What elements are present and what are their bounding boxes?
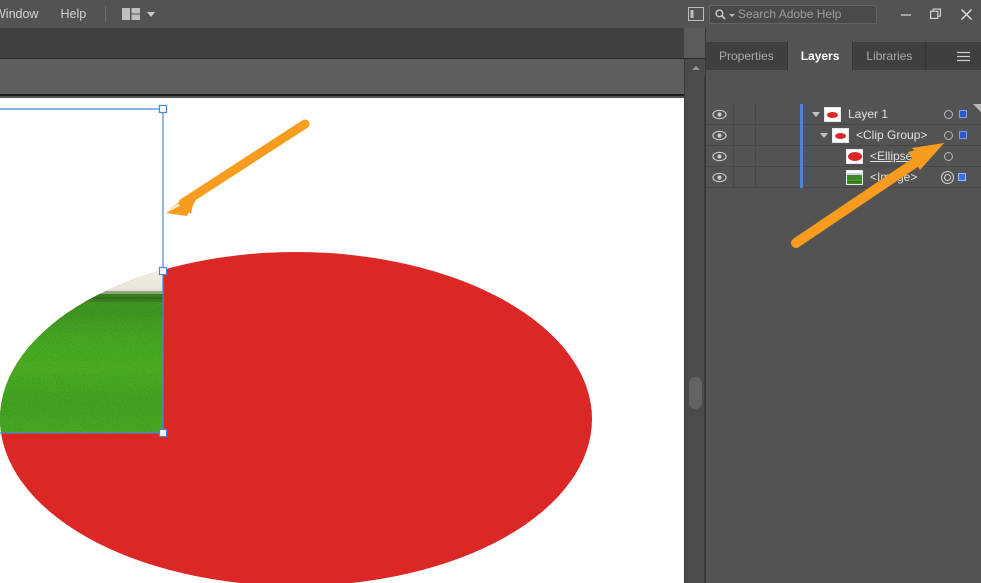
artboard bbox=[0, 98, 684, 583]
tab-properties[interactable]: Properties bbox=[706, 42, 788, 70]
chevron-down-icon[interactable] bbox=[729, 13, 735, 17]
eye-icon bbox=[712, 130, 727, 140]
document-tab-bar bbox=[0, 59, 684, 96]
minimize-button[interactable] bbox=[891, 0, 921, 28]
layer-selection-bar bbox=[800, 124, 803, 146]
layer-thumbnail bbox=[824, 106, 841, 122]
layer-thumbnail bbox=[846, 148, 863, 164]
artwork-svg bbox=[0, 104, 592, 583]
tab-layers[interactable]: Layers bbox=[787, 42, 854, 70]
close-button[interactable] bbox=[951, 0, 981, 28]
layer-target-column bbox=[936, 125, 981, 146]
layer-entry[interactable]: <Ellipse> bbox=[756, 145, 936, 167]
window-controls bbox=[891, 0, 981, 28]
table-row[interactable]: Layer 1 bbox=[706, 103, 981, 125]
table-row[interactable]: <Clip Group> bbox=[706, 124, 981, 146]
status-badge bbox=[959, 110, 967, 118]
layer-name-label[interactable]: <Image> bbox=[870, 170, 917, 184]
layers-list: Layer 1 <Clip Group> <Ellipse> <Image> bbox=[706, 103, 981, 188]
layer-entry[interactable]: <Image> bbox=[756, 166, 936, 188]
search-box[interactable]: Search Adobe Help bbox=[709, 4, 877, 24]
layer-entry[interactable]: Layer 1 bbox=[756, 103, 936, 125]
menu-bar-right: Search Adobe Help bbox=[683, 0, 981, 28]
layer-target-column bbox=[936, 146, 981, 167]
layer-thumbnail bbox=[832, 127, 849, 143]
illustrator-window: Window Help bbox=[0, 0, 981, 583]
layer-lock-toggle[interactable] bbox=[734, 124, 756, 146]
disclosure-triangle-icon[interactable] bbox=[816, 125, 832, 146]
layer-entry[interactable]: <Clip Group> bbox=[756, 124, 936, 146]
menu-divider bbox=[105, 6, 107, 22]
panel-menu-button[interactable] bbox=[951, 42, 975, 70]
close-icon bbox=[960, 8, 972, 20]
scroll-corner bbox=[684, 28, 705, 59]
status-badge bbox=[958, 173, 966, 181]
eye-icon bbox=[712, 109, 727, 119]
panel-tab-strip: Properties Layers Libraries bbox=[706, 42, 981, 70]
panel-resize-grip bbox=[973, 104, 981, 113]
layer-name-label[interactable]: Layer 1 bbox=[848, 107, 888, 121]
right-panel-dock: Properties Layers Libraries Layer 1 <Cli… bbox=[705, 28, 981, 583]
search-input[interactable]: Search Adobe Help bbox=[738, 6, 841, 23]
layer-target-column bbox=[936, 167, 981, 188]
panel-menu-icon bbox=[956, 51, 970, 61]
table-row[interactable]: <Ellipse> bbox=[706, 145, 981, 167]
target-circle-icon[interactable] bbox=[944, 151, 953, 161]
control-bar bbox=[0, 28, 705, 59]
layer-visibility-toggle[interactable] bbox=[706, 166, 734, 188]
target-circle-icon[interactable] bbox=[944, 130, 953, 140]
clip-group bbox=[0, 271, 163, 433]
layer-visibility-toggle[interactable] bbox=[706, 145, 734, 167]
menu-bar: Window Help bbox=[0, 0, 981, 28]
table-row[interactable]: <Image> bbox=[706, 166, 981, 188]
layer-name-label[interactable]: <Clip Group> bbox=[856, 128, 927, 142]
layer-thumbnail bbox=[846, 169, 863, 185]
layer-name-label[interactable]: <Ellipse> bbox=[870, 149, 919, 163]
minimize-icon bbox=[901, 14, 911, 16]
panel-toggle-icon bbox=[688, 7, 704, 21]
chevron-up-icon bbox=[691, 65, 700, 70]
workspace-switcher[interactable] bbox=[114, 0, 163, 28]
layers-panel: Layer 1 <Clip Group> <Ellipse> <Image> bbox=[706, 70, 981, 583]
layer-visibility-toggle[interactable] bbox=[706, 124, 734, 146]
image-layer bbox=[0, 271, 163, 433]
menu-help[interactable]: Help bbox=[49, 0, 97, 28]
scroll-up-button[interactable] bbox=[685, 59, 706, 76]
menu-window[interactable]: Window bbox=[0, 0, 49, 28]
layer-visibility-toggle[interactable] bbox=[706, 103, 734, 125]
layer-selection-bar bbox=[800, 166, 803, 188]
layer-lock-toggle[interactable] bbox=[734, 145, 756, 167]
vertical-scroll-thumb[interactable] bbox=[689, 377, 702, 409]
layer-lock-toggle[interactable] bbox=[734, 103, 756, 125]
eye-icon bbox=[712, 151, 727, 161]
target-circle-icon[interactable] bbox=[944, 109, 953, 119]
canvas-vertical-scrollbar[interactable] bbox=[684, 59, 706, 583]
status-badge bbox=[959, 131, 967, 139]
layers-panel-header bbox=[706, 70, 981, 104]
chevron-down-icon bbox=[147, 11, 156, 17]
maximize-button[interactable] bbox=[921, 0, 951, 28]
restore-icon bbox=[930, 8, 941, 19]
disclosure-triangle-icon[interactable] bbox=[808, 104, 824, 125]
canvas-area[interactable] bbox=[0, 98, 684, 583]
tab-libraries[interactable]: Libraries bbox=[853, 42, 927, 70]
search-icon bbox=[715, 8, 726, 20]
target-circle-selected-icon[interactable] bbox=[941, 170, 954, 184]
layer-selection-bar bbox=[800, 103, 803, 125]
eye-icon bbox=[712, 172, 727, 182]
panel-toggle-button[interactable] bbox=[683, 0, 709, 28]
layer-lock-toggle[interactable] bbox=[734, 166, 756, 188]
layer-selection-bar bbox=[800, 145, 803, 167]
workspace-grid-icon bbox=[122, 8, 141, 20]
